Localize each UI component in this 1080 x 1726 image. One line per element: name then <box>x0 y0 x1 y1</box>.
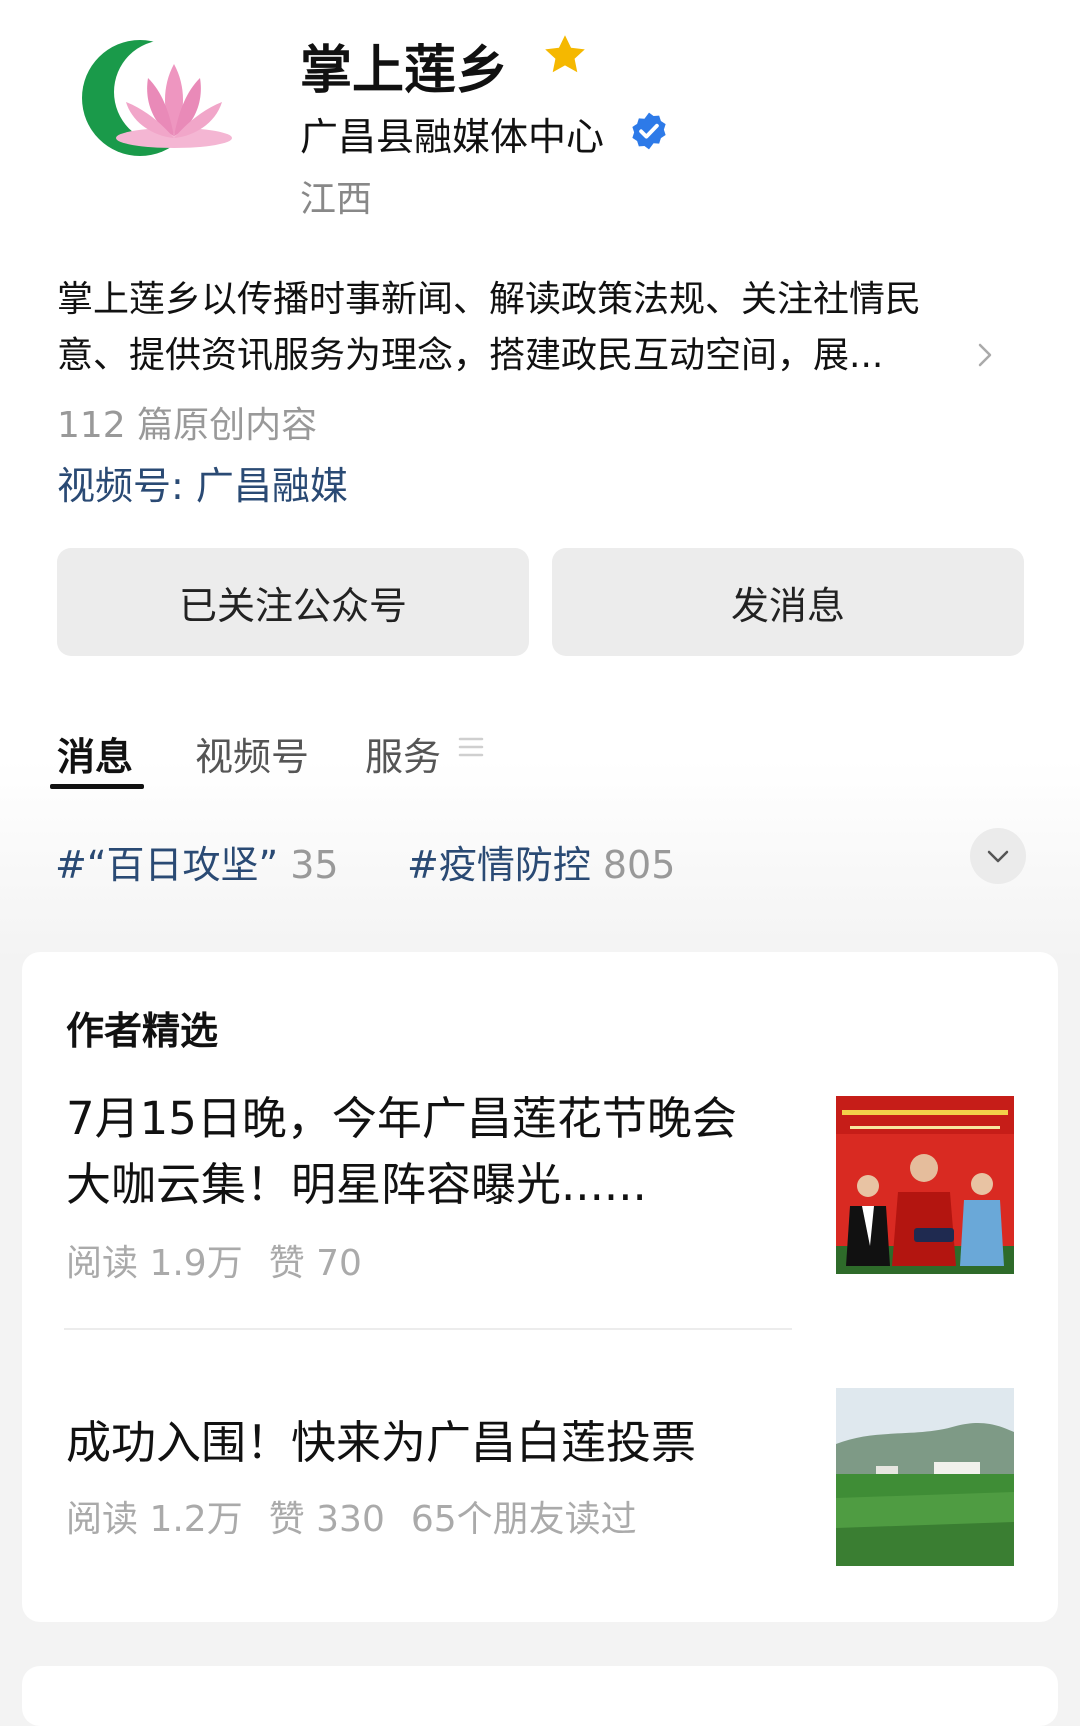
account-title: 掌上莲乡 <box>300 41 509 101</box>
logo-icon <box>82 40 232 156</box>
next-card <box>22 1666 1058 1726</box>
hashtag-count: 35 <box>290 843 339 887</box>
hashtag-item[interactable]: #疫情防控 805 <box>407 834 675 889</box>
star-icon[interactable] <box>540 30 590 80</box>
article-title[interactable]: 7月15日晚，今年广昌莲花节晚会 大咖云集！明星阵容曝光...... <box>66 1086 786 1218</box>
verified-icon <box>632 112 666 150</box>
like-count: 赞 330 <box>268 1499 385 1540</box>
hashtag-label: #“百日攻坚” <box>55 843 279 887</box>
tab-video[interactable]: 视频号 <box>195 726 309 781</box>
expand-hashtags-button[interactable] <box>970 828 1026 884</box>
video-account-link[interactable]: 视频号: 广昌融媒 <box>57 455 348 510</box>
featured-section-title: 作者精选 <box>66 1009 219 1053</box>
article-meta: 阅读 1.9万赞 70 <box>66 1234 388 1286</box>
region-label: 江西 <box>300 179 373 220</box>
original-count: 112 篇原创内容 <box>57 405 318 446</box>
chevron-right-icon[interactable] <box>975 340 995 370</box>
article-title[interactable]: 成功入围！快来为广昌白莲投票 <box>66 1410 696 1476</box>
article-meta: 阅读 1.2万赞 330 65个朋友读过 <box>66 1490 663 1542</box>
organization-name: 广昌县融媒体中心 <box>300 115 605 159</box>
read-count: 阅读 1.2万 <box>66 1499 243 1540</box>
article-divider <box>64 1328 792 1330</box>
article-thumbnail[interactable] <box>836 1388 1014 1566</box>
read-count: 阅读 1.9万 <box>66 1243 243 1284</box>
article-title-line: 大咖云集！明星阵容曝光...... <box>66 1158 647 1211</box>
tab-services[interactable]: 服务 <box>365 726 441 781</box>
article-title-line: 7月15日晚，今年广昌莲花节晚会 <box>66 1092 737 1145</box>
followed-button[interactable]: 已关注公众号 <box>57 548 529 656</box>
chevron-down-icon <box>987 850 1009 863</box>
like-count: 赞 70 <box>268 1243 362 1284</box>
friends-read: 65个朋友读过 <box>410 1499 637 1540</box>
description-line: 掌上莲乡以传播时事新闻、解读政策法规、关注社情民 <box>57 279 922 320</box>
tab-messages[interactable]: 消息 <box>57 726 133 781</box>
account-description[interactable]: 掌上莲乡以传播时事新闻、解读政策法规、关注社情民 意、提供资讯服务为理念，搭建政… <box>57 272 1017 384</box>
send-message-button[interactable]: 发消息 <box>552 548 1024 656</box>
hashtag-item[interactable]: #“百日攻坚” 35 <box>55 834 339 889</box>
menu-icon[interactable] <box>458 734 484 760</box>
hashtag-label: #疫情防控 <box>407 843 591 887</box>
active-tab-indicator <box>50 784 144 789</box>
description-line: 意、提供资讯服务为理念，搭建政民互动空间，展... <box>57 335 884 376</box>
article-thumbnail[interactable] <box>836 1096 1014 1274</box>
hashtag-count: 805 <box>602 843 676 887</box>
